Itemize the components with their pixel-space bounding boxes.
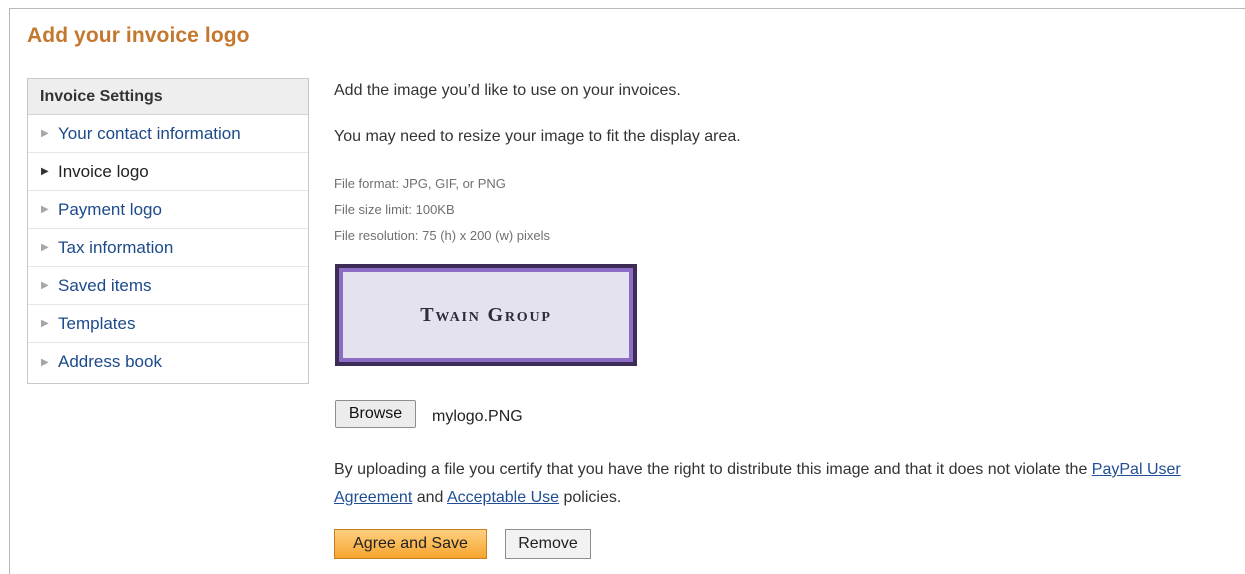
invoice-settings-sidebar: Invoice Settings ▶ Your contact informat…	[27, 78, 309, 384]
sidebar-item-label: Address book	[58, 352, 162, 371]
page-title: Add your invoice logo	[27, 24, 250, 47]
sidebar-item-templates[interactable]: ▶ Templates	[28, 305, 308, 343]
agree-and-save-button[interactable]: Agree and Save	[334, 529, 487, 559]
chevron-right-icon: ▶	[41, 242, 49, 253]
sidebar-item-label: Saved items	[58, 275, 152, 295]
sidebar-item-label: Your contact information	[58, 123, 241, 143]
sidebar-item-label: Templates	[58, 313, 136, 333]
agreement-text-after: policies.	[559, 489, 622, 506]
selected-file-name: mylogo.PNG	[432, 408, 523, 425]
file-resolution-spec: File resolution: 75 (h) x 200 (w) pixels	[334, 228, 551, 243]
browse-button[interactable]: Browse	[335, 400, 416, 428]
sidebar-item-address-book[interactable]: ▶ Address book	[28, 343, 308, 381]
frame-top-border	[9, 8, 1245, 9]
logo-preview-inner: Twain Group	[343, 272, 629, 358]
sidebar-item-tax-information[interactable]: ▶ Tax information	[28, 229, 308, 267]
intro-text-resize: You may need to resize your image to fit…	[334, 128, 741, 145]
chevron-right-icon: ▶	[41, 166, 49, 177]
frame-left-border	[9, 8, 10, 574]
chevron-right-icon: ▶	[41, 356, 49, 368]
intro-text-image: Add the image you’d like to use on your …	[334, 82, 681, 99]
sidebar-item-saved-items[interactable]: ▶ Saved items	[28, 267, 308, 305]
sidebar-header: Invoice Settings	[28, 79, 308, 115]
chevron-right-icon: ▶	[41, 204, 49, 215]
agreement-text: By uploading a file you certify that you…	[334, 456, 1234, 512]
sidebar-item-label: Tax information	[58, 237, 174, 257]
remove-button[interactable]: Remove	[505, 529, 591, 559]
sidebar-item-label: Payment logo	[58, 199, 162, 219]
logo-preview: Twain Group	[335, 264, 637, 366]
chevron-right-icon: ▶	[41, 280, 49, 291]
sidebar-item-label: Invoice logo	[58, 161, 149, 181]
file-format-spec: File format: JPG, GIF, or PNG	[334, 176, 506, 191]
logo-preview-text: Twain Group	[420, 303, 552, 326]
file-size-spec: File size limit: 100KB	[334, 202, 455, 217]
sidebar-item-payment-logo[interactable]: ▶ Payment logo	[28, 191, 308, 229]
sidebar-item-invoice-logo[interactable]: ▶ Invoice logo	[28, 153, 308, 191]
chevron-right-icon: ▶	[41, 128, 49, 139]
chevron-right-icon: ▶	[41, 318, 49, 329]
agreement-text-before: By uploading a file you certify that you…	[334, 461, 1092, 478]
agreement-text-mid: and	[412, 489, 447, 506]
sidebar-item-contact-information[interactable]: ▶ Your contact information	[28, 115, 308, 153]
acceptable-use-link[interactable]: Acceptable Use	[447, 489, 559, 506]
